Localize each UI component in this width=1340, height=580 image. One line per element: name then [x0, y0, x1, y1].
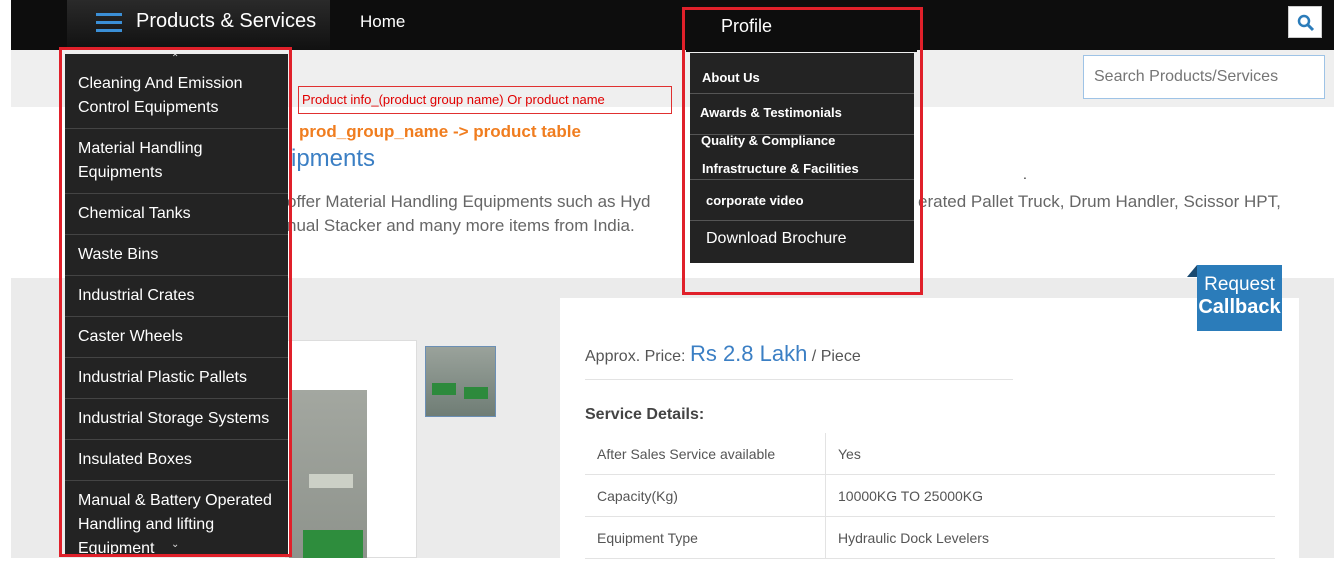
price-unit: / Piece — [811, 348, 861, 365]
divider — [585, 379, 1013, 380]
table-row: After Sales Service available Yes — [585, 433, 1275, 475]
page-title: ipments — [291, 145, 376, 172]
price-row: Approx. Price: Rs 2.8 Lakh / Piece — [585, 341, 861, 367]
search-icon — [1297, 14, 1315, 32]
spec-key: Capacity(Kg) — [585, 474, 826, 517]
product-thumbnail[interactable] — [425, 346, 496, 417]
highlight-outline-left — [59, 47, 292, 557]
annotation-box: Product info_(product group name) Or pro… — [298, 86, 672, 114]
spec-key: After Sales Service available — [585, 433, 826, 475]
annotation-mapping: prod_group_name -> product table — [299, 122, 581, 141]
stray-dot: . — [1023, 166, 1027, 182]
spec-value: Hydraulic Dock Levelers — [825, 516, 1275, 559]
home-link[interactable]: Home — [360, 12, 405, 32]
table-row: Capacity(Kg) 10000KG TO 25000KG — [585, 474, 1275, 517]
spec-value: 10000KG TO 25000KG — [825, 474, 1275, 517]
table-row: Equipment Type Hydraulic Dock Levelers — [585, 516, 1275, 559]
description-line-1: offer Material Handling Equipments such … — [287, 192, 651, 211]
spec-key: Equipment Type — [585, 516, 826, 559]
products-services-label[interactable]: Products & Services — [136, 10, 316, 33]
search-input[interactable] — [1083, 55, 1325, 99]
price-value: Rs 2.8 Lakh — [689, 341, 808, 366]
price-label: Approx. Price: — [585, 348, 686, 365]
service-details-heading: Service Details: — [585, 406, 705, 423]
callback-tab-fold — [1187, 265, 1197, 277]
description-line-2: nual Stacker and many more items from In… — [287, 216, 635, 235]
spec-table: After Sales Service available Yes Capaci… — [585, 433, 1275, 559]
hamburger-icon[interactable] — [96, 13, 122, 35]
search-button[interactable] — [1288, 6, 1322, 38]
description-line-1-right: erated Pallet Truck, Drum Handler, Sciss… — [918, 192, 1281, 211]
callback-line-1: Request — [1204, 274, 1275, 295]
product-image[interactable] — [289, 390, 367, 558]
spec-value: Yes — [825, 433, 1275, 475]
request-callback-button[interactable]: Request Callback — [1197, 265, 1282, 331]
callback-line-2: Callback — [1198, 296, 1281, 318]
highlight-outline-profile — [682, 7, 923, 295]
